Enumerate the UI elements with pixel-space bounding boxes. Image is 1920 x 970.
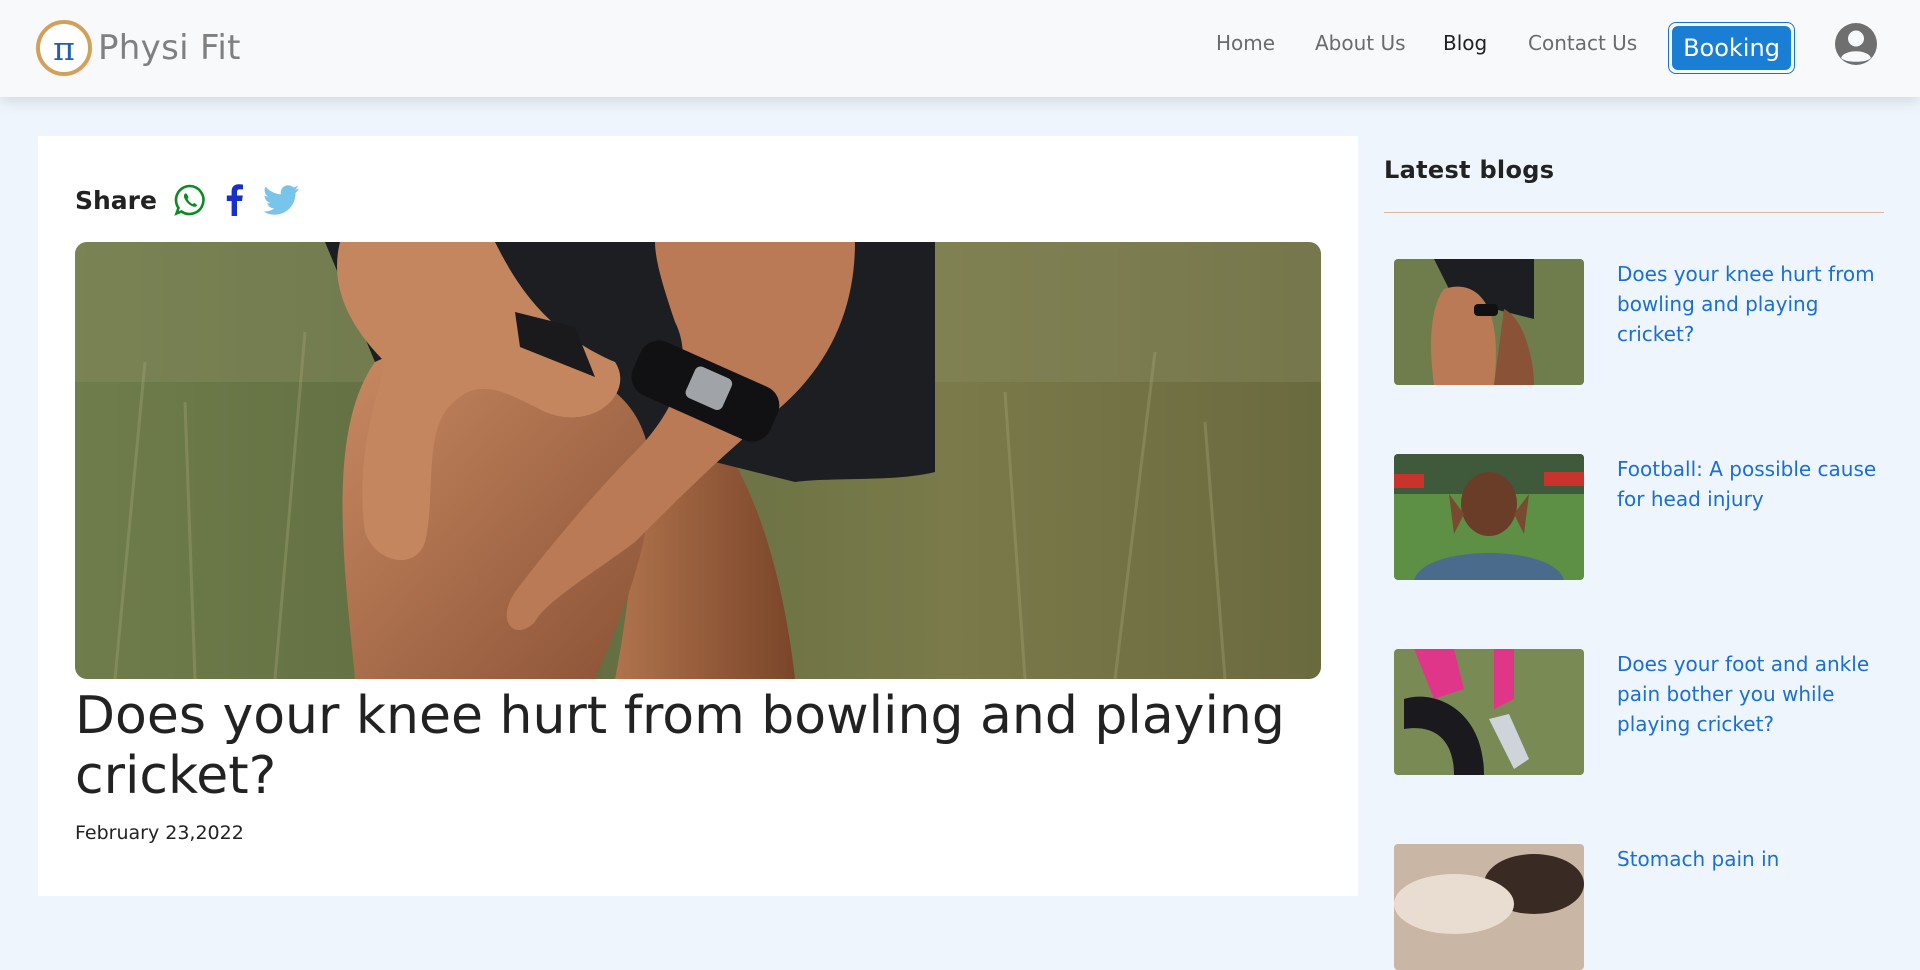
logo-icon: π [36,20,92,76]
booking-button-frame: Booking [1668,22,1795,74]
nav-link-home[interactable]: Home [1216,31,1275,55]
article-date: February 23,2022 [75,822,244,844]
nav-link-blog[interactable]: Blog [1443,31,1487,55]
booking-button[interactable]: Booking [1672,26,1791,70]
blog-thumbnail[interactable] [1394,259,1584,385]
latest-blogs-sidebar: Latest blogs Does your knee hurt from bo… [1384,136,1884,970]
navbar: π Physi Fit Home About Us Blog Contact U… [0,0,1920,97]
nav-link-about-us[interactable]: About Us [1315,31,1455,55]
logo[interactable]: π Physi Fit [36,20,241,76]
sidebar-divider [1384,212,1884,213]
share-label: Share [75,185,157,215]
sidebar-blog-item[interactable]: Does your foot and ankle pain bother you… [1394,649,1884,775]
user-circle-icon[interactable] [1834,22,1878,66]
blog-link[interactable]: Does your foot and ankle pain bother you… [1617,649,1877,739]
whatsapp-icon[interactable] [173,183,207,217]
knee-pain-photo [75,242,1321,679]
blog-link[interactable]: Does your knee hurt from bowling and pla… [1617,259,1877,349]
facebook-icon[interactable] [223,183,247,217]
sidebar-blog-item[interactable]: Does your knee hurt from bowling and pla… [1394,259,1884,385]
article-card: Share Does your knee hurt from bowling a… [38,136,1358,896]
article-title: Does your knee hurt from bowling and pla… [75,686,1285,806]
blog-link[interactable]: Football: A possible cause for head inju… [1617,454,1877,514]
sidebar-blog-item[interactable]: Football: A possible cause for head inju… [1394,454,1884,580]
brand-name: Physi Fit [98,28,241,68]
blog-thumbnail[interactable] [1394,844,1584,970]
twitter-icon[interactable] [263,183,301,217]
hero-image [75,242,1321,679]
blog-link[interactable]: Stomach pain in [1617,844,1877,874]
share-row: Share [75,183,301,217]
nav-link-contact-us[interactable]: Contact Us [1528,31,1688,55]
blog-thumbnail[interactable] [1394,649,1584,775]
sidebar-blog-item[interactable]: Stomach pain in [1394,844,1884,970]
sidebar-title: Latest blogs [1384,156,1555,184]
blog-thumbnail[interactable] [1394,454,1584,580]
